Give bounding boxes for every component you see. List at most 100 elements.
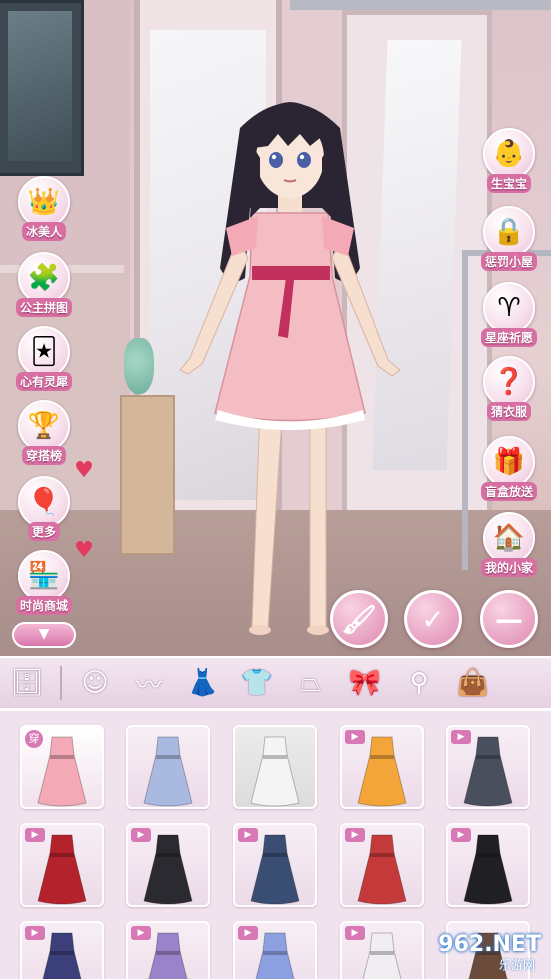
category-wardrobe-tab[interactable]: 🗄 bbox=[0, 659, 54, 707]
category-top-tab[interactable]: 👕 bbox=[230, 659, 284, 707]
brush-icon: 🖌 bbox=[341, 602, 377, 636]
clothing-item[interactable]: ▶ bbox=[126, 823, 210, 907]
dress-thumbnail bbox=[463, 834, 513, 905]
menu-label: 公主拼图 bbox=[15, 298, 72, 317]
dress-thumbnail bbox=[463, 736, 513, 807]
trophy-crown-icon: 🏆 bbox=[18, 400, 70, 452]
dress-thumbnail bbox=[148, 932, 188, 979]
clothing-item[interactable] bbox=[233, 725, 317, 809]
puzzle-icon: 🧩 bbox=[18, 252, 70, 304]
menu-label: 我的小家 bbox=[480, 558, 537, 577]
gift-box-icon: 🎁 bbox=[483, 436, 535, 488]
left-menu-item[interactable]: 👑 冰美人 bbox=[9, 176, 79, 241]
dress-thumbnail bbox=[362, 932, 402, 979]
watermark: 962.NET 乐游网 bbox=[409, 932, 549, 975]
cards-icon: 🃏 bbox=[18, 326, 70, 378]
bag-icon: 👜 bbox=[456, 668, 490, 698]
hair-icon: 〰 bbox=[135, 670, 162, 701]
category-dress-tab[interactable]: 👗 bbox=[176, 659, 230, 707]
dress-thumbnail bbox=[357, 834, 407, 905]
left-menu-item[interactable]: 🧩 公主拼图 bbox=[9, 252, 79, 317]
menu-label: 时尚商城 bbox=[15, 596, 72, 615]
menu-label: 盲盒放送 bbox=[480, 482, 537, 501]
character-avatar[interactable] bbox=[160, 88, 420, 648]
menu-label: 猜衣服 bbox=[486, 402, 531, 421]
clothing-item[interactable]: ▶ bbox=[446, 725, 530, 809]
heart-broken-icon: ♥ bbox=[74, 538, 94, 563]
checkmark-icon: ✓ bbox=[421, 602, 445, 636]
left-menu-item[interactable]: 🎈 更多 bbox=[9, 476, 79, 541]
curtain-rod bbox=[290, 0, 551, 10]
confirm-button[interactable]: ✓ bbox=[404, 590, 462, 648]
cage-icon: 🔒 bbox=[483, 206, 535, 258]
clothing-item[interactable]: ▶ bbox=[340, 823, 424, 907]
clothing-item[interactable]: ▶ bbox=[446, 823, 530, 907]
baby-icon: 👶 bbox=[483, 128, 535, 180]
minus-icon: — bbox=[495, 602, 523, 636]
dress-thumbnail bbox=[37, 834, 87, 905]
menu-label: 生宝宝 bbox=[486, 174, 531, 193]
dress-thumbnail bbox=[250, 736, 300, 807]
dress-icon: 👗 bbox=[186, 668, 220, 698]
dress-thumbnail bbox=[42, 932, 82, 979]
dress-thumbnail bbox=[37, 736, 87, 807]
menu-label: 穿搭榜 bbox=[21, 446, 66, 465]
zodiac-icon: ♈ bbox=[483, 282, 535, 334]
earrings-icon: ⚲ bbox=[409, 668, 429, 698]
clothing-item[interactable]: ▶ bbox=[126, 921, 210, 979]
menu-label: 惩罚小屋 bbox=[480, 252, 537, 271]
clothing-item[interactable]: ▶ bbox=[340, 725, 424, 809]
category-bag-tab[interactable]: 👜 bbox=[446, 659, 500, 707]
clothing-item[interactable]: ▶ bbox=[20, 921, 104, 979]
category-bar: 🗄 ☺ 〰 👗 👕 ⏢ 🎀 ⚲ 👜 bbox=[0, 656, 551, 708]
remove-button[interactable]: — bbox=[480, 590, 538, 648]
house-icon: 🏠 bbox=[483, 512, 535, 564]
question-icon: ❓ bbox=[483, 356, 535, 408]
collapse-menu-button[interactable]: ▼ bbox=[12, 622, 76, 648]
category-face-tab[interactable]: ☺ bbox=[68, 659, 122, 707]
top-icon: 👕 bbox=[240, 668, 274, 698]
clothing-item[interactable]: ▶ bbox=[233, 921, 317, 979]
clothing-item[interactable]: ▶ bbox=[20, 823, 104, 907]
vase bbox=[124, 338, 154, 394]
category-bow-tab[interactable]: 🎀 bbox=[338, 659, 392, 707]
left-menu-item[interactable]: 🏪 时尚商城 bbox=[9, 550, 79, 615]
dress-thumbnail bbox=[143, 834, 193, 905]
balloons-icon: 🎈 bbox=[18, 476, 70, 528]
watermark-brand: 962.NET bbox=[438, 932, 541, 957]
heart-broken-icon: ♥ bbox=[74, 458, 94, 483]
right-menu-item[interactable]: 🏠 我的小家 bbox=[474, 512, 544, 577]
menu-label: 心有灵犀 bbox=[15, 372, 72, 391]
wardrobe-icon: 🗄 bbox=[10, 668, 44, 698]
left-menu-item[interactable]: 🏆 穿搭榜 bbox=[9, 400, 79, 465]
menu-label: 冰美人 bbox=[21, 222, 66, 241]
bow-icon: 🎀 bbox=[348, 668, 382, 698]
right-menu-item[interactable]: 🔒 惩罚小屋 bbox=[474, 206, 544, 271]
category-divider bbox=[60, 666, 62, 700]
dress-thumbnail bbox=[143, 736, 193, 807]
dress-thumbnail bbox=[250, 834, 300, 905]
clothing-item[interactable] bbox=[126, 725, 210, 809]
right-menu-item[interactable]: ♈ 星座祈愿 bbox=[474, 282, 544, 347]
room-scene: 👑 冰美人 🧩 公主拼图 🃏 心有灵犀 🏆 穿搭榜 🎈 更多 🏪 时尚商城 👶 生宝宝 🔒 惩罚小屋 ♈ 星座祈… bbox=[0, 0, 551, 660]
clothing-item[interactable]: 穿 bbox=[20, 725, 104, 809]
right-menu-item[interactable]: 🎁 盲盒放送 bbox=[474, 436, 544, 501]
category-skirt-tab[interactable]: ⏢ bbox=[284, 659, 338, 707]
crown-icon: 👑 bbox=[18, 176, 70, 228]
shop-icon: 🏪 bbox=[18, 550, 70, 602]
dress-thumbnail bbox=[255, 932, 295, 979]
menu-label: 星座祈愿 bbox=[480, 328, 537, 347]
watermark-subtitle: 乐游网 bbox=[498, 958, 535, 972]
menu-label: 更多 bbox=[27, 522, 60, 541]
brush-button[interactable]: 🖌 bbox=[330, 590, 388, 648]
category-hair-tab[interactable]: 〰 bbox=[122, 659, 176, 707]
clothing-item[interactable]: ▶ bbox=[233, 823, 317, 907]
left-menu-item[interactable]: 🃏 心有灵犀 bbox=[9, 326, 79, 391]
skirt-icon: ⏢ bbox=[300, 667, 322, 698]
face-icon: ☺ bbox=[81, 668, 109, 698]
category-earrings-tab[interactable]: ⚲ bbox=[392, 659, 446, 707]
right-menu-item[interactable]: ❓ 猜衣服 bbox=[474, 356, 544, 421]
tv-screen bbox=[0, 0, 84, 176]
dress-thumbnail bbox=[357, 736, 407, 807]
right-menu-item[interactable]: 👶 生宝宝 bbox=[474, 128, 544, 193]
